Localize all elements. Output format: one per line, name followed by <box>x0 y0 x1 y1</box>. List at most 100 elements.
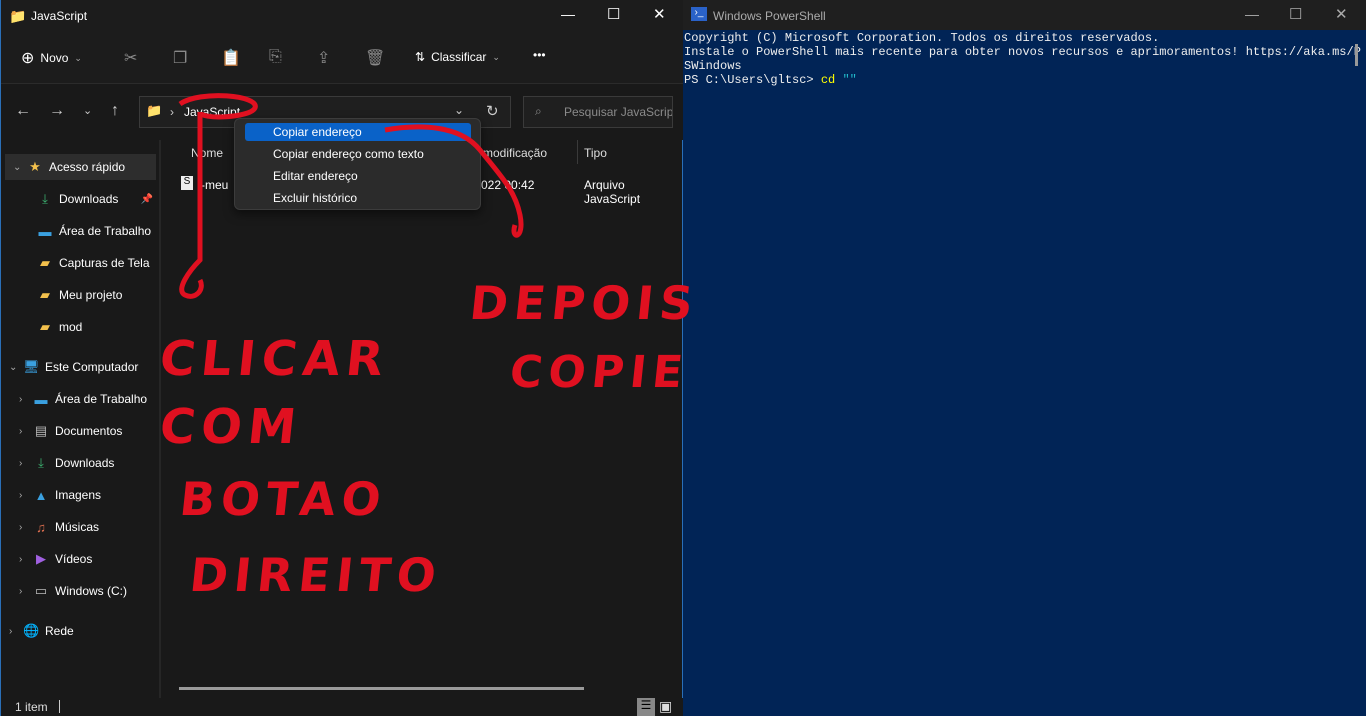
status-divider <box>59 700 60 713</box>
menu-item-clear-history[interactable]: Excluir histórico <box>245 189 471 207</box>
file-type: Arquivo JavaScript <box>584 178 641 206</box>
pin-icon[interactable]: 📌 <box>141 194 153 205</box>
column-type[interactable]: Tipo <box>584 146 607 160</box>
sort-label: Classificar <box>431 50 487 64</box>
rename-icon[interactable]: ⎘ <box>269 48 282 66</box>
back-button[interactable]: ← <box>15 102 31 120</box>
sidebar-item[interactable]: › ▲ Imagens <box>1 482 159 508</box>
sidebar-item-label: Este Computador <box>45 360 139 374</box>
column-modified[interactable]: modificação <box>483 146 547 160</box>
chevron-down-icon: ⌄ <box>74 52 82 63</box>
sidebar-item[interactable]: › ▬ Área de Trabalho <box>1 386 159 412</box>
file-explorer-window: 📁 JavaScript — ☐ ✕ ⊕ Novo ⌄ ✂ ❐ 📋 ⎘ ⇪ 🗑 ⇅ C… <box>0 0 684 716</box>
maximize-button[interactable]: ☐ <box>1289 5 1302 23</box>
paste-icon[interactable]: 📋 <box>221 48 241 68</box>
sidebar-item[interactable]: ⌄ 🖥 Este Computador <box>1 354 159 380</box>
title-bar: ›_ Windows PowerShell — ☐ ✕ <box>683 0 1366 30</box>
forward-button[interactable]: → <box>49 102 65 120</box>
sidebar-item[interactable]: › ▶ Vídeos <box>1 546 159 572</box>
computer-icon: 🖥 <box>23 359 40 374</box>
chevron-icon[interactable]: ⌄ <box>9 362 23 373</box>
sidebar-item-label: Windows (C:) <box>55 584 128 598</box>
sidebar-item[interactable]: › ♫ Músicas <box>1 514 159 540</box>
delete-icon[interactable]: 🗑 <box>365 48 385 68</box>
maximize-button[interactable]: ☐ <box>607 5 620 23</box>
refresh-button[interactable]: ↻ <box>486 102 499 120</box>
close-button[interactable]: ✕ <box>653 5 666 23</box>
prompt: PS C:\Users\gltsc> <box>684 73 821 87</box>
network-icon: 🌐 <box>23 623 40 638</box>
sidebar-item[interactable]: ▰ Capturas de Tela <box>1 250 159 276</box>
search-input[interactable]: Pesquisar JavaScript <box>523 96 673 128</box>
image-icon: ▲ <box>34 487 48 503</box>
sidebar-item[interactable]: ▬ Área de Trabalho <box>1 218 159 244</box>
sidebar-item-label: Vídeos <box>55 552 93 566</box>
sort-button[interactable]: ⇅ Classificar ⌄ <box>415 50 500 64</box>
spacer[interactable]: › <box>19 586 33 597</box>
up-button[interactable]: ↑ <box>111 102 119 120</box>
console-line: SWindows <box>684 59 742 73</box>
cut-icon[interactable]: ✂ <box>124 48 137 68</box>
spacer[interactable]: › <box>19 394 33 405</box>
tiles-view-button[interactable]: ▣ <box>659 698 672 715</box>
address-dropdown[interactable]: ⌄ <box>454 103 464 117</box>
sidebar-item[interactable]: ▰ Meu projeto <box>1 282 159 308</box>
console-output[interactable]: Copyright (C) Microsoft Corporation. Tod… <box>684 31 1361 87</box>
prompt-line: PS C:\Users\gltsc> cd "" <box>684 73 1361 87</box>
sidebar-item[interactable]: › ▤ Documentos <box>1 418 159 444</box>
breadcrumb-javascript[interactable]: JavaScript <box>184 105 240 119</box>
vertical-scrollbar[interactable] <box>1355 44 1358 66</box>
new-label: Novo <box>40 51 69 65</box>
sidebar-item[interactable]: ▰ mod <box>1 314 159 340</box>
column-name[interactable]: Nome <box>191 146 223 160</box>
video-icon: ▶ <box>36 551 46 566</box>
item-count: 1 item <box>15 700 48 714</box>
spacer[interactable]: › <box>19 554 33 565</box>
sidebar-item[interactable]: › ▭ Windows (C:) <box>1 578 159 604</box>
new-button[interactable]: ⊕ Novo ⌄ <box>21 48 82 68</box>
sidebar-item-label: Downloads <box>55 456 115 470</box>
sidebar-item[interactable]: › ⤓ Downloads <box>1 450 159 476</box>
sidebar-item[interactable]: ⤓ Downloads 📌 <box>1 186 159 212</box>
column-divider <box>577 140 578 164</box>
horizontal-scrollbar[interactable] <box>179 687 584 690</box>
chevron-icon[interactable]: ⌄ <box>13 162 27 173</box>
document-icon: ▤ <box>34 423 48 438</box>
file-modified: 022 00:42 <box>481 178 535 192</box>
menu-item-copy-address[interactable]: Copiar endereço <box>245 123 471 141</box>
close-button[interactable]: ✕ <box>1335 5 1348 23</box>
folder-icon: ▰ <box>40 287 50 302</box>
spacer[interactable]: › <box>19 522 33 533</box>
spacer[interactable]: › <box>19 426 33 437</box>
sidebar-item[interactable]: ⌄ ★ Acesso rápido <box>5 154 156 180</box>
command: cd <box>820 73 836 87</box>
sidebar-item-label: Meu projeto <box>59 288 123 302</box>
navigation-pane: ⌄ ★ Acesso rápido ⤓ Downloads 📌 ▬ Área de Traba… <box>1 140 161 698</box>
sidebar-item[interactable]: › 🌐 Rede <box>1 618 159 644</box>
copy-icon[interactable]: ❐ <box>173 48 187 68</box>
music-icon: ♫ <box>36 519 46 535</box>
minimize-button[interactable]: — <box>1245 6 1259 22</box>
powershell-icon: ›_ <box>691 7 707 21</box>
status-bar: 1 item ☰ ▣ <box>1 698 684 716</box>
share-icon[interactable]: ⇪ <box>317 48 330 68</box>
chevron-down-icon: ⌄ <box>492 51 500 62</box>
sidebar-item-label: Rede <box>45 624 74 638</box>
spacer[interactable]: › <box>19 490 33 501</box>
sidebar-item-label: Imagens <box>55 488 102 502</box>
sidebar-item-label: Acesso rápido <box>49 160 126 174</box>
recent-dropdown[interactable]: ⌄ <box>83 104 92 117</box>
desktop-icon: ▬ <box>34 391 48 407</box>
sidebar-item-label: Capturas de Tela <box>59 256 150 270</box>
details-view-button[interactable]: ☰ <box>637 698 655 716</box>
address-context-menu: Copiar endereço Copiar endereço como tex… <box>234 118 481 210</box>
chevron-icon[interactable]: › <box>9 626 23 637</box>
folder-icon: ▰ <box>40 255 50 270</box>
minimize-button[interactable]: — <box>561 6 575 22</box>
menu-item-edit-address[interactable]: Editar endereço <box>245 167 471 185</box>
more-options-button[interactable]: ••• <box>533 48 546 62</box>
menu-item-copy-address-as-text[interactable]: Copiar endereço como texto <box>245 145 471 163</box>
sidebar-item-label: Documentos <box>55 424 123 438</box>
spacer[interactable]: › <box>19 458 33 469</box>
plus-circle-icon: ⊕ <box>21 50 35 67</box>
